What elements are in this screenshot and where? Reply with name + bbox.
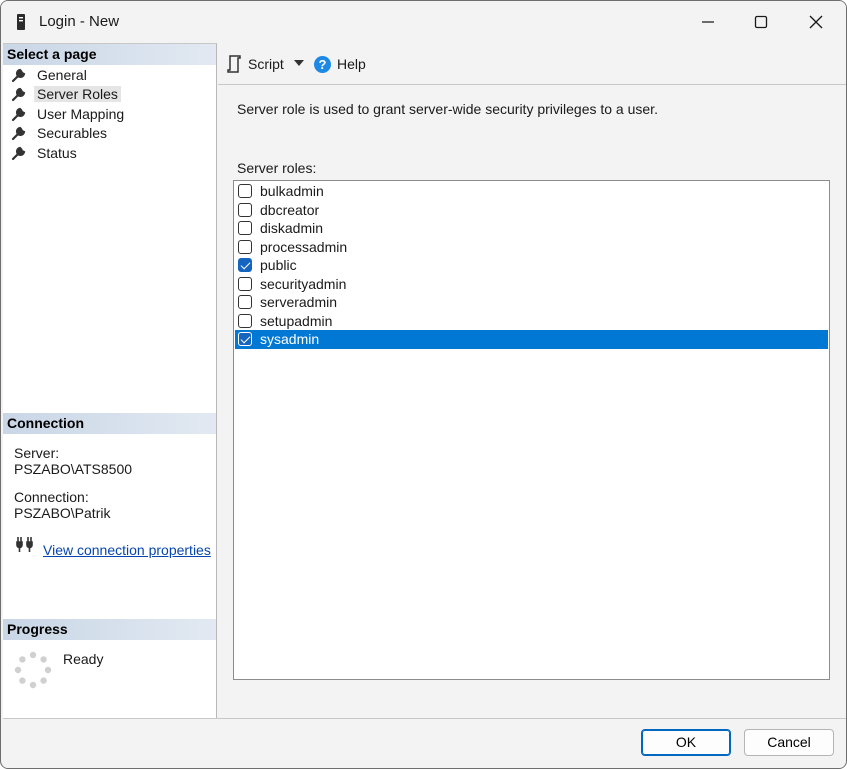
description-text: Server role is used to grant server-wide… [237, 101, 658, 117]
page-item-general[interactable]: General [11, 65, 90, 84]
close-icon [809, 15, 823, 29]
connection-header: Connection [3, 413, 216, 434]
role-name: securityadmin [260, 275, 347, 292]
page-item-label: Securables [37, 124, 108, 141]
wrench-icon [11, 146, 26, 160]
role-name: public [260, 257, 297, 274]
help-icon: ? [314, 55, 331, 73]
script-label: Script [248, 56, 284, 72]
role-checkbox[interactable] [238, 202, 252, 217]
page-item-label: User Mapping [37, 105, 125, 122]
progress-header: Progress [3, 619, 216, 640]
script-button[interactable]: Script [226, 53, 284, 75]
connection-label: Connection: [14, 489, 89, 505]
role-name: processadmin [260, 238, 348, 255]
role-checkbox[interactable] [238, 239, 252, 254]
app-icon [17, 14, 25, 30]
ok-button[interactable]: OK [641, 729, 731, 756]
role-checkbox[interactable] [238, 276, 252, 291]
progress-spinner-icon [14, 651, 52, 689]
page-item-server-roles[interactable]: Server Roles [11, 84, 121, 103]
role-checkbox[interactable] [238, 184, 252, 199]
role-checkbox[interactable] [238, 258, 252, 273]
maximize-button[interactable] [734, 1, 789, 43]
role-name: dbcreator [260, 201, 320, 218]
title-bar: Login - New [1, 1, 846, 43]
help-button[interactable]: ? Help [314, 53, 366, 75]
wrench-icon [11, 68, 26, 82]
server-label: Server: [14, 445, 60, 461]
view-connection-properties-link[interactable]: View connection properties [43, 542, 211, 558]
role-row-setupadmin[interactable]: setupadmin [235, 312, 828, 331]
close-button[interactable] [789, 1, 844, 43]
role-row-securityadmin[interactable]: securityadmin [235, 275, 828, 294]
script-dropdown-icon[interactable] [294, 60, 304, 66]
role-checkbox[interactable] [238, 221, 252, 236]
role-row-sysadmin[interactable]: sysadmin [235, 330, 828, 349]
role-row-bulkadmin[interactable]: bulkadmin [235, 182, 828, 201]
role-name: bulkadmin [260, 183, 324, 200]
plug-icon [16, 537, 33, 552]
role-name: sysadmin [260, 331, 320, 348]
page-item-securables[interactable]: Securables [11, 123, 110, 142]
server-roles-list[interactable]: bulkadmin dbcreator diskadmin processadmin p… [233, 180, 830, 680]
toolbar: Script ? Help [218, 43, 846, 85]
role-row-diskadmin[interactable]: diskadmin [235, 219, 828, 238]
role-row-public[interactable]: public [235, 256, 828, 275]
role-name: setupadmin [260, 312, 333, 329]
minimize-icon [702, 21, 714, 23]
help-label: Help [337, 56, 366, 72]
role-name: diskadmin [260, 220, 324, 237]
script-icon [227, 55, 241, 73]
role-row-dbcreator[interactable]: dbcreator [235, 201, 828, 220]
server-value: PSZABO\ATS8500 [14, 461, 133, 477]
role-row-serveradmin[interactable]: serveradmin [235, 293, 828, 312]
wrench-icon [11, 87, 26, 101]
cancel-button[interactable]: Cancel [744, 729, 834, 756]
window-title: Login - New [39, 13, 120, 30]
wrench-icon [11, 107, 26, 121]
maximize-icon [754, 15, 768, 29]
connection-value: PSZABO\Patrik [14, 505, 111, 521]
left-pane: Select a page General Server Roles User … [3, 43, 217, 718]
page-item-label: Server Roles [34, 85, 121, 102]
wrench-icon [11, 126, 26, 140]
page-item-label: Status [37, 144, 77, 161]
login-dialog: Login - New Select a page General Server… [0, 0, 847, 769]
page-item-user-mapping[interactable]: User Mapping [11, 104, 127, 123]
server-roles-label: Server roles: [237, 160, 317, 176]
page-item-status[interactable]: Status [11, 143, 80, 162]
role-checkbox[interactable] [238, 295, 252, 310]
role-checkbox[interactable] [238, 332, 252, 347]
role-name: serveradmin [260, 294, 338, 311]
progress-status: Ready [63, 651, 104, 667]
select-page-header: Select a page [3, 44, 216, 65]
role-row-processadmin[interactable]: processadmin [235, 238, 828, 257]
role-checkbox[interactable] [238, 313, 252, 328]
page-item-label: General [37, 66, 87, 83]
minimize-button[interactable] [681, 1, 736, 43]
